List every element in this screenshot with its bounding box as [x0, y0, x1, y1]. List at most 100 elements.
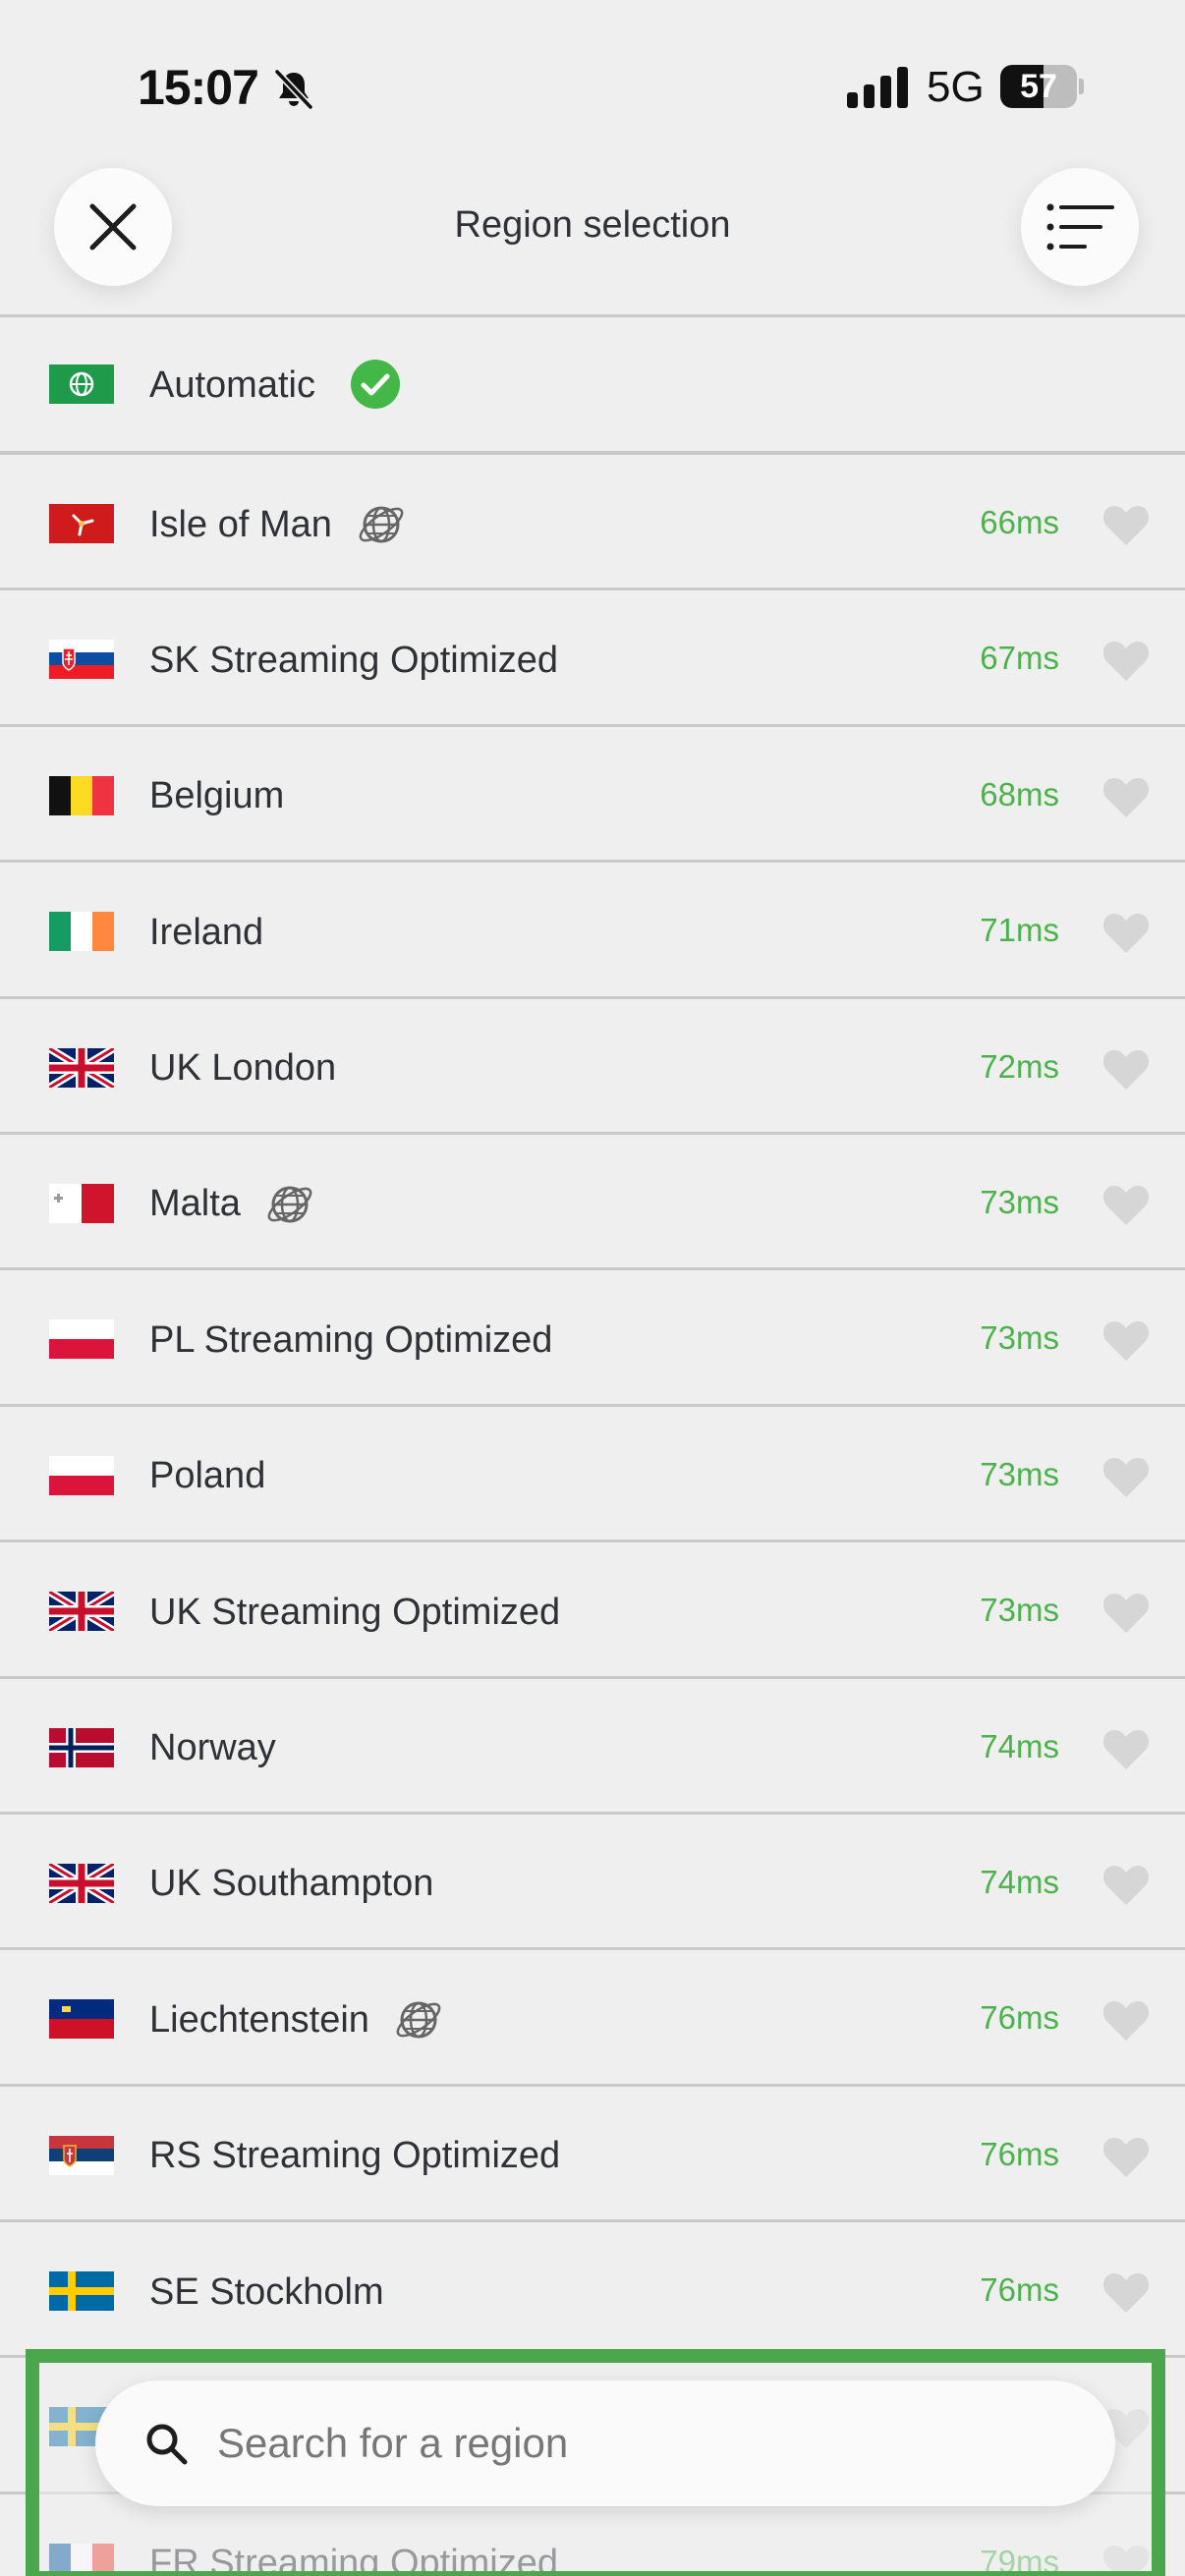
region-name: Isle of Man [149, 503, 332, 545]
region-row[interactable]: Ireland 71ms [0, 863, 1185, 999]
region-latency: 73ms [980, 1319, 1059, 1357]
virtual-location-globe-icon [396, 2001, 441, 2039]
search-input[interactable] [217, 2406, 1062, 2481]
flag-icon-slovakia [49, 640, 114, 680]
region-latency: 76ms [980, 2135, 1059, 2172]
virtual-location-globe-icon [267, 1186, 312, 1223]
favorite-heart-icon[interactable] [1101, 1592, 1151, 1635]
favorite-heart-icon[interactable] [1101, 1864, 1151, 1907]
favorite-heart-icon[interactable] [1101, 776, 1151, 819]
region-name-wrap: Malta [149, 1181, 315, 1228]
status-bar: 15:07 5G 57 [0, 0, 1185, 167]
favorite-heart-icon[interactable] [1101, 1184, 1151, 1227]
cellular-signal-icon [847, 67, 908, 108]
favorite-heart-icon[interactable] [1101, 2271, 1151, 2315]
favorite-heart-icon[interactable] [1101, 912, 1151, 955]
region-row[interactable]: UK Southampton 74ms [0, 1815, 1185, 1951]
region-list[interactable]: Isle of Man 66ms SK Streaming Optimized 67m… [0, 455, 1185, 2576]
automatic-region-row[interactable]: Automatic [0, 317, 1185, 451]
region-name: Belgium [149, 775, 285, 817]
flag-icon-poland [49, 1319, 114, 1360]
favorite-heart-icon[interactable] [1101, 1728, 1151, 1771]
region-name-wrap: UK London [149, 1045, 336, 1092]
region-latency: 68ms [980, 775, 1059, 812]
region-name-wrap: UK Southampton [149, 1861, 433, 1908]
favorite-heart-icon[interactable] [1101, 2136, 1151, 2179]
region-name: SE Stockholm [149, 2270, 384, 2313]
favorite-heart-icon[interactable] [1101, 1319, 1151, 1363]
page-title: Region selection [454, 204, 731, 246]
region-latency: 71ms [980, 912, 1059, 949]
favorite-heart-icon[interactable] [1101, 1048, 1151, 1092]
region-name: SK Streaming Optimized [149, 639, 559, 681]
region-row[interactable]: Liechtenstein 76ms [0, 1950, 1185, 2087]
flag-icon-belgium [49, 775, 114, 815]
region-row[interactable]: UK Streaming Optimized 73ms [0, 1542, 1185, 1679]
status-time: 15:07 [138, 60, 259, 115]
globe-flag-icon [49, 364, 114, 404]
region-latency: 72ms [980, 1047, 1059, 1085]
region-row[interactable]: RS Streaming Optimized 76ms [0, 2087, 1185, 2223]
region-name: Malta [149, 1183, 241, 1225]
region-name: Poland [149, 1455, 266, 1497]
region-name-wrap: Liechtenstein [149, 1996, 444, 2044]
favorite-heart-icon[interactable] [1101, 1999, 1151, 2043]
region-name-wrap: SK Streaming Optimized [149, 637, 558, 684]
region-row[interactable]: Poland 73ms [0, 1407, 1185, 1543]
automatic-label: Automatic [149, 364, 315, 406]
flag-icon-uk [49, 1863, 114, 1903]
region-name-wrap: Belgium [149, 773, 284, 820]
region-latency: 73ms [980, 1183, 1059, 1220]
region-row[interactable]: SE Stockholm 76ms [0, 2222, 1185, 2359]
flag-icon-sweden [49, 2271, 114, 2312]
selected-check-icon [351, 360, 400, 409]
flag-icon-poland [49, 1455, 114, 1495]
region-latency: 76ms [980, 1999, 1059, 2037]
region-name-wrap: SE Stockholm [149, 2268, 384, 2316]
favorite-heart-icon[interactable] [1101, 504, 1151, 547]
flag-icon-isle-of-man [49, 504, 114, 543]
region-row[interactable]: Isle of Man 66ms [0, 455, 1185, 591]
region-name-wrap: Norway [149, 1725, 276, 1772]
search-bar[interactable] [95, 2380, 1115, 2506]
flag-icon-uk [49, 1047, 114, 1088]
region-name: UK Southampton [149, 1863, 434, 1905]
region-latency: 76ms [980, 2271, 1059, 2309]
favorite-heart-icon[interactable] [1101, 640, 1151, 683]
region-row[interactable]: Malta 73ms [0, 1135, 1185, 1271]
region-row[interactable]: SK Streaming Optimized 67ms [0, 590, 1185, 727]
region-name: Ireland [149, 911, 264, 953]
region-name-wrap: Isle of Man [149, 501, 407, 548]
region-name: Norway [149, 1727, 276, 1769]
sort-list-icon [1046, 203, 1114, 251]
battery-icon: 57 [1000, 65, 1084, 108]
region-name-wrap: PL Streaming Optimized [149, 1316, 552, 1364]
flag-icon-malta [49, 1183, 114, 1223]
region-name: Liechtenstein [149, 1998, 369, 2041]
region-name-wrap: Poland [149, 1453, 265, 1500]
region-latency: 73ms [980, 1455, 1059, 1492]
region-latency: 73ms [980, 1592, 1059, 1629]
region-name: UK Streaming Optimized [149, 1591, 561, 1633]
region-name-wrap: UK Streaming Optimized [149, 1589, 560, 1636]
region-latency: 74ms [980, 1727, 1059, 1764]
region-row[interactable]: Norway 74ms [0, 1679, 1185, 1815]
region-latency: 67ms [980, 640, 1059, 677]
search-icon [146, 2424, 188, 2465]
virtual-location-globe-icon [359, 506, 404, 543]
favorite-heart-icon[interactable] [1101, 1456, 1151, 1499]
sort-filter-button[interactable] [1021, 168, 1139, 286]
region-row[interactable]: UK London 72ms [0, 999, 1185, 1135]
flag-icon-uk [49, 1592, 114, 1632]
battery-percent: 57 [1020, 68, 1057, 105]
region-row[interactable]: Belgium 68ms [0, 727, 1185, 864]
flag-icon-norway [49, 1727, 114, 1767]
region-name: RS Streaming Optimized [149, 2135, 561, 2177]
flag-icon-serbia [49, 2135, 114, 2175]
region-name-wrap: Ireland [149, 909, 263, 956]
bell-slash-icon [274, 69, 313, 110]
region-row[interactable]: PL Streaming Optimized 73ms [0, 1270, 1185, 1407]
network-type: 5G [927, 63, 985, 111]
region-name: UK London [149, 1047, 337, 1090]
flag-icon-liechtenstein [49, 1999, 114, 2040]
